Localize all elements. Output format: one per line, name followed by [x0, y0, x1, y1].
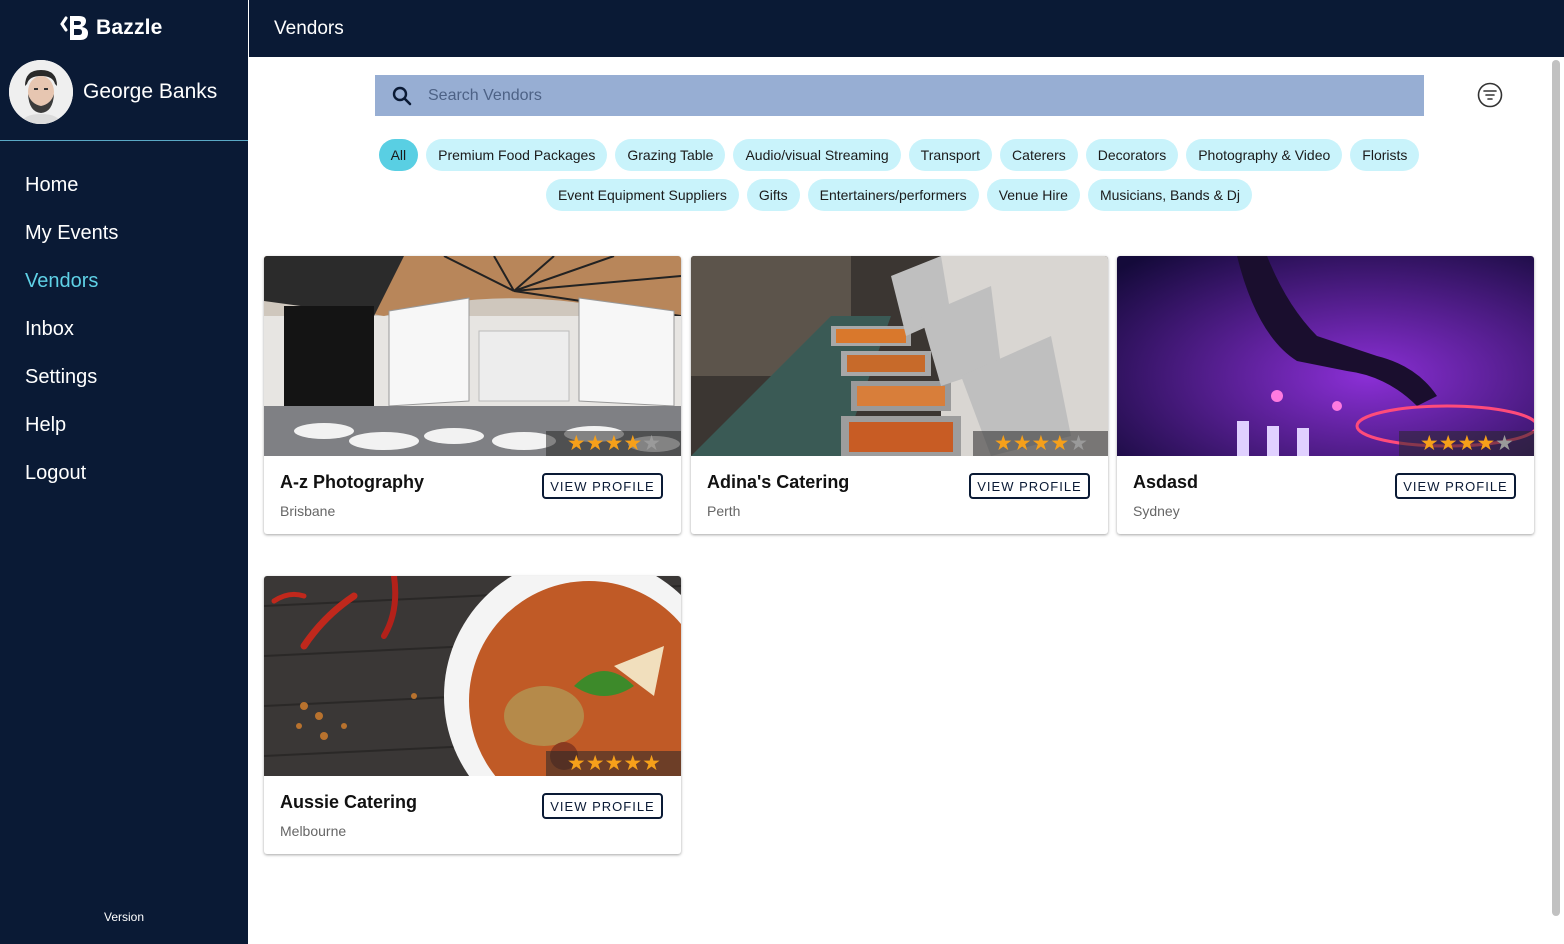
app-name: Bazzle	[96, 16, 163, 39]
star-filled-icon: ★	[623, 432, 643, 455]
search-icon	[392, 86, 412, 105]
vendor-rating: ★ ★ ★ ★ ★	[546, 751, 681, 776]
sidebar-item-home[interactable]: Home	[0, 161, 248, 209]
user-profile[interactable]: George Banks	[9, 60, 217, 124]
chip-venue-hire[interactable]: Venue Hire	[986, 179, 1080, 211]
star-filled-icon: ★	[1457, 432, 1477, 455]
vendor-city: Brisbane	[280, 503, 336, 519]
sidebar-item-my-events[interactable]: My Events	[0, 209, 248, 257]
search-input[interactable]	[428, 86, 1328, 105]
category-chips: All Premium Food Packages Grazing Table …	[264, 139, 1534, 211]
star-filled-icon: ★	[566, 432, 586, 455]
vendor-rating: ★ ★ ★ ★ ★	[973, 431, 1108, 456]
star-filled-icon: ★	[642, 752, 661, 775]
vendor-card[interactable]: ★ ★ ★ ★ ★ Asdasd Sydney VIEW PROFILE	[1117, 256, 1534, 534]
sidebar-item-logout[interactable]: Logout	[0, 449, 248, 497]
scrollbar[interactable]	[1552, 60, 1560, 916]
vendor-name: Aussie Catering	[280, 792, 418, 812]
star-filled-icon: ★	[585, 752, 605, 775]
sidebar-item-vendors[interactable]: Vendors	[0, 257, 248, 305]
chip-decorators[interactable]: Decorators	[1085, 139, 1179, 171]
filter-icon[interactable]	[1476, 81, 1504, 109]
view-profile-button[interactable]: VIEW PROFILE	[969, 473, 1090, 499]
star-filled-icon: ★	[1419, 432, 1439, 455]
chip-premium-food-packages[interactable]: Premium Food Packages	[426, 139, 608, 171]
chip-audio-visual-streaming[interactable]: Audio/visual Streaming	[733, 139, 901, 171]
star-empty-icon: ★	[1495, 432, 1514, 455]
avatar[interactable]	[9, 60, 73, 124]
star-filled-icon: ★	[566, 752, 586, 775]
chip-caterers[interactable]: Caterers	[1000, 139, 1078, 171]
app-logo[interactable]: Bazzle	[60, 14, 163, 42]
vendor-city: Perth	[707, 503, 741, 519]
star-empty-icon: ★	[1069, 432, 1088, 455]
user-name: George Banks	[83, 80, 218, 103]
vendor-image-curry-bowl[interactable]: ★ ★ ★ ★ ★	[264, 576, 681, 776]
vendor-city: Sydney	[1133, 503, 1180, 519]
sidebar-item-inbox[interactable]: Inbox	[0, 305, 248, 353]
vendor-rating: ★ ★ ★ ★ ★	[1399, 431, 1534, 456]
vendor-image-dj-turntable[interactable]: ★ ★ ★ ★ ★	[1117, 256, 1534, 456]
vendor-city: Melbourne	[280, 823, 347, 839]
view-profile-button[interactable]: VIEW PROFILE	[542, 793, 663, 819]
search-bar[interactable]	[375, 75, 1424, 116]
sidebar-divider	[0, 140, 248, 141]
vendor-card[interactable]: ★ ★ ★ ★ ★ Aussie Catering Melbourne VIEW PRO…	[264, 576, 681, 854]
version-label: Version	[103, 910, 145, 924]
vendor-name: A-z Photography	[280, 472, 424, 492]
sidebar: Bazzle George Banks Home My Events Vendo…	[0, 0, 248, 944]
vendor-name: Adina's Catering	[707, 472, 850, 492]
chip-grazing-table[interactable]: Grazing Table	[615, 139, 726, 171]
chip-transport[interactable]: Transport	[908, 139, 993, 171]
star-filled-icon: ★	[1012, 432, 1032, 455]
sidebar-nav: Home My Events Vendors Inbox Settings He…	[0, 161, 248, 497]
star-filled-icon: ★	[1438, 432, 1458, 455]
vendor-name: Asdasd	[1133, 472, 1199, 492]
sidebar-item-help[interactable]: Help	[0, 401, 248, 449]
chip-all[interactable]: All	[378, 139, 419, 171]
vendor-image-buffet-trays[interactable]: ★ ★ ★ ★ ★	[691, 256, 1108, 456]
chip-gifts[interactable]: Gifts	[746, 179, 800, 211]
star-empty-icon: ★	[642, 432, 661, 455]
sidebar-item-settings[interactable]: Settings	[0, 353, 248, 401]
star-filled-icon: ★	[585, 432, 605, 455]
top-bar: Vendors	[249, 0, 1564, 57]
chip-entertainers-performers[interactable]: Entertainers/performers	[807, 179, 979, 211]
star-filled-icon: ★	[604, 432, 624, 455]
star-filled-icon: ★	[1476, 432, 1496, 455]
star-filled-icon: ★	[604, 752, 624, 775]
vendor-rating: ★ ★ ★ ★ ★	[546, 431, 681, 456]
chip-event-equipment-suppliers[interactable]: Event Equipment Suppliers	[545, 179, 739, 211]
chip-photography-video[interactable]: Photography & Video	[1186, 139, 1343, 171]
chip-musicians-bands-dj[interactable]: Musicians, Bands & Dj	[1087, 179, 1253, 211]
chips-row-2: Event Equipment Suppliers Gifts Entertai…	[264, 179, 1534, 211]
star-filled-icon: ★	[1050, 432, 1070, 455]
vendor-image-conference-hall[interactable]: ★ ★ ★ ★ ★	[264, 256, 681, 456]
star-filled-icon: ★	[1031, 432, 1051, 455]
star-filled-icon: ★	[993, 432, 1013, 455]
vendor-card[interactable]: ★ ★ ★ ★ ★ A-z Photography Brisbane VIEW PROF…	[264, 256, 681, 534]
star-filled-icon: ★	[623, 752, 643, 775]
page-title: Vendors	[274, 18, 344, 39]
view-profile-button[interactable]: VIEW PROFILE	[1395, 473, 1516, 499]
chip-florists[interactable]: Florists	[1350, 139, 1420, 171]
chips-row-1: All Premium Food Packages Grazing Table …	[264, 139, 1534, 171]
vendor-card[interactable]: ★ ★ ★ ★ ★ Adina's Catering Perth VIEW PROFIL…	[691, 256, 1108, 534]
view-profile-button[interactable]: VIEW PROFILE	[542, 473, 663, 499]
bazzle-logo-icon	[60, 16, 88, 40]
